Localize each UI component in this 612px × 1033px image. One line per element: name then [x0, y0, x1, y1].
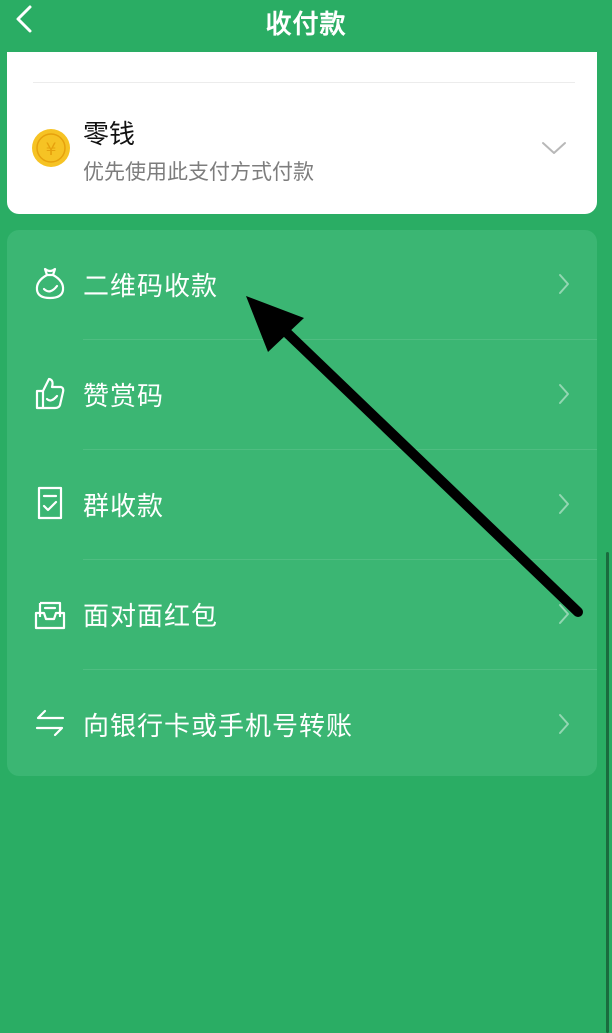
menu-item-group-collection[interactable]: 群收款	[7, 450, 597, 560]
transfer-icon	[35, 709, 65, 737]
menu-item-face-to-face-red-packet[interactable]: 面对面红包	[7, 560, 597, 670]
coin-icon: ¥	[32, 129, 70, 167]
chevron-right-icon	[559, 494, 569, 514]
money-bag-icon	[35, 267, 65, 300]
menu-item-qr-code-collection[interactable]: 二维码收款	[7, 230, 597, 340]
payment-method-card[interactable]: ¥ 零钱 优先使用此支付方式付款	[7, 52, 597, 214]
payment-method-name: 零钱	[83, 120, 136, 150]
chevron-right-icon	[559, 714, 569, 734]
payment-method-description: 优先使用此支付方式付款	[83, 160, 314, 184]
menu-item-appreciation-code[interactable]: 赞赏码	[7, 340, 597, 450]
chevron-right-icon	[559, 384, 569, 404]
menu-item-label: 赞赏码	[83, 382, 165, 412]
chevron-right-icon	[559, 604, 569, 624]
chevron-down-icon[interactable]	[541, 140, 567, 156]
chevron-right-icon	[559, 274, 569, 294]
menu-item-transfer-to-bank-or-phone[interactable]: 向银行卡或手机号转账	[7, 670, 597, 780]
header-bar: 收付款	[0, 0, 612, 50]
payment-menu-card: 二维码收款 赞赏码 群收款 面对面红包 向银行卡或手机号转账	[7, 230, 597, 776]
menu-item-label: 二维码收款	[83, 272, 219, 302]
menu-item-label: 面对面红包	[83, 602, 219, 632]
thumbs-up-icon	[35, 377, 65, 410]
bill-icon	[37, 486, 63, 520]
card-divider	[33, 82, 575, 83]
menu-item-label: 群收款	[83, 492, 165, 522]
page-title: 收付款	[265, 10, 347, 40]
coin-symbol: ¥	[46, 140, 57, 160]
menu-item-label: 向银行卡或手机号转账	[83, 712, 354, 742]
scroll-indicator[interactable]	[606, 552, 609, 1033]
red-packet-icon	[34, 601, 66, 630]
